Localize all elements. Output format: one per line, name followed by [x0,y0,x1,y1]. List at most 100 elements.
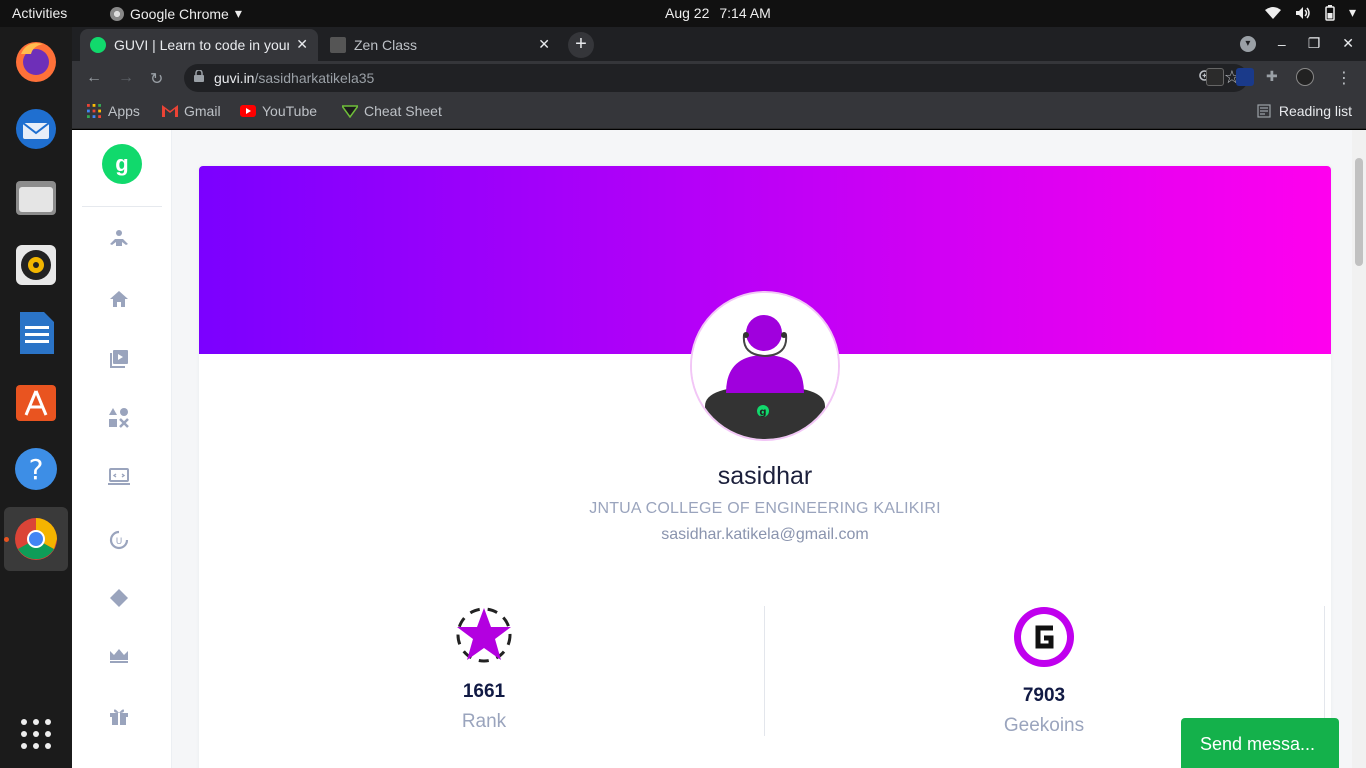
bookmark-apps[interactable]: Apps [86,103,140,119]
reload-icon[interactable]: ↻ [150,69,163,89]
rank-stat: 1661 Rank [204,606,764,733]
bookmark-label: YouTube [262,103,318,119]
running-indicator [4,537,9,542]
wifi-icon [1264,6,1281,19]
new-tab-button[interactable]: + [568,32,594,58]
window-controls: ▾ – ❐ ✕ [1239,35,1354,52]
close-icon[interactable]: ✕ [538,36,550,53]
chrome-dock-icon[interactable] [4,507,68,571]
dock: ? [0,27,72,768]
back-icon[interactable]: ← [86,69,102,87]
software-center-icon[interactable] [12,377,60,425]
page-viewport: g U g sasidhar JNTUA COLLEGE OF ENGINEER… [72,130,1366,768]
minimize-icon[interactable]: – [1278,36,1286,52]
avatar[interactable]: g [690,291,840,441]
svg-text:g: g [759,407,766,418]
profile-college: JNTUA COLLEGE OF ENGINEERING KALIKIRI [589,500,941,517]
gift-icon[interactable] [107,704,131,728]
send-message-button[interactable]: Send messa... [1181,718,1339,768]
bookmark-youtube[interactable]: YouTube [240,103,317,119]
guvi-icon [90,37,106,53]
profile-avatar[interactable] [1296,68,1314,86]
svg-text:U: U [116,537,123,547]
time-label: 7:14 AM [719,5,771,21]
reading-list-label: Reading list [1278,103,1352,119]
activities-button[interactable]: Activities [12,5,67,21]
profile-name: sasidhar [717,462,813,490]
tab-search-icon[interactable]: ▾ [1239,35,1256,52]
browser-toolbar: ← → ↻ guvi.in/sasidharkatikela35 ☆ ✚ ⋮ [72,61,1366,95]
stat-divider [1324,606,1325,736]
bookmark-cheat-sheet[interactable]: Cheat Sheet [342,103,442,119]
date-label: Aug 22 [665,5,710,21]
side-navigation: g U [72,130,172,768]
youtube-icon [240,105,256,117]
bookmark-gmail[interactable]: Gmail [162,103,221,119]
meditation-icon[interactable] [107,228,131,252]
url-text: guvi.in/sasidharkatikela35 [214,70,374,86]
rank-star-icon [456,607,512,663]
zen-class-icon [330,37,346,53]
reading-list-icon [1257,104,1271,118]
geekoins-icon [1014,607,1074,667]
tab-zen-class[interactable]: Zen Class ✕ [320,29,560,61]
firefox-icon[interactable] [12,37,60,85]
help-icon[interactable]: ? [12,445,60,493]
forward-icon[interactable]: → [118,69,134,87]
scrollbar-thumb[interactable] [1355,158,1363,266]
profile-email: sasidhar.katikela@gmail.com [661,526,869,543]
new-extension-icon[interactable] [1206,68,1224,86]
guvi-logo[interactable]: g [102,144,142,184]
laptop-code-icon[interactable] [107,465,131,489]
close-icon[interactable]: ✕ [296,36,308,53]
tab-title: Zen Class [354,37,418,53]
rank-label: Rank [461,711,507,732]
tab-title: GUVI | Learn to code in your [114,37,289,53]
puzzle-icon[interactable]: ✚ [1266,68,1284,86]
divider [82,206,162,207]
url-host: guvi.in [214,70,255,86]
apps-grid-icon [87,104,101,118]
reading-list-button[interactable]: Reading list [1257,103,1352,119]
clock[interactable]: Aug 22 7:14 AM [665,5,771,21]
home-icon[interactable] [107,287,131,311]
rhythmbox-icon[interactable] [12,241,60,289]
profile-card: g sasidhar JNTUA COLLEGE OF ENGINEERING … [199,166,1331,768]
libreoffice-writer-icon[interactable] [12,309,60,357]
app-menu[interactable]: Google Chrome ▾ [110,5,242,22]
gmail-icon [162,105,178,117]
page-scrollbar[interactable] [1352,130,1366,768]
bookmark-label: Cheat Sheet [364,103,442,119]
bookmarks-bar: Apps Gmail YouTube Cheat Sheet Reading l… [72,95,1366,129]
battery-icon [1325,4,1335,21]
tab-strip: GUVI | Learn to code in your ✕ Zen Class… [72,27,1366,61]
svg-text:?: ? [29,453,44,486]
ticket-icon[interactable] [107,586,131,610]
close-window-icon[interactable]: ✕ [1342,35,1354,52]
bookmark-label: Apps [108,103,140,119]
bookmark-label: Gmail [184,103,221,119]
crown-icon[interactable] [107,643,131,667]
webkata-icon[interactable]: U [107,528,131,552]
system-top-bar: Activities Google Chrome ▾ Aug 22 7:14 A… [0,0,1366,27]
volume-icon [1295,6,1310,19]
thunderbird-icon[interactable] [12,105,60,153]
maximize-icon[interactable]: ❐ [1308,35,1321,52]
address-bar[interactable]: guvi.in/sasidharkatikela35 ☆ [184,64,1248,92]
chevron-down-icon: ▾ [234,5,242,21]
status-area[interactable]: ▾ [1264,4,1356,21]
files-icon[interactable] [12,173,60,221]
video-library-icon[interactable] [107,347,131,371]
url-path: /sasidharkatikela35 [254,70,375,86]
lock-icon [194,70,204,82]
show-applications-icon[interactable] [12,710,60,758]
tab-guvi[interactable]: GUVI | Learn to code in your ✕ [80,29,318,61]
more-menu-icon[interactable]: ⋮ [1336,68,1352,88]
app-menu-label: Google Chrome [130,5,229,22]
extensions-area: ✚ [1206,68,1314,86]
analytics-extension-icon[interactable] [1236,68,1254,86]
shapes-practice-icon[interactable] [107,406,131,430]
rank-value: 1661 [462,681,506,702]
cheat-sheet-icon [342,105,358,118]
geekoins-value: 7903 [1022,685,1066,706]
